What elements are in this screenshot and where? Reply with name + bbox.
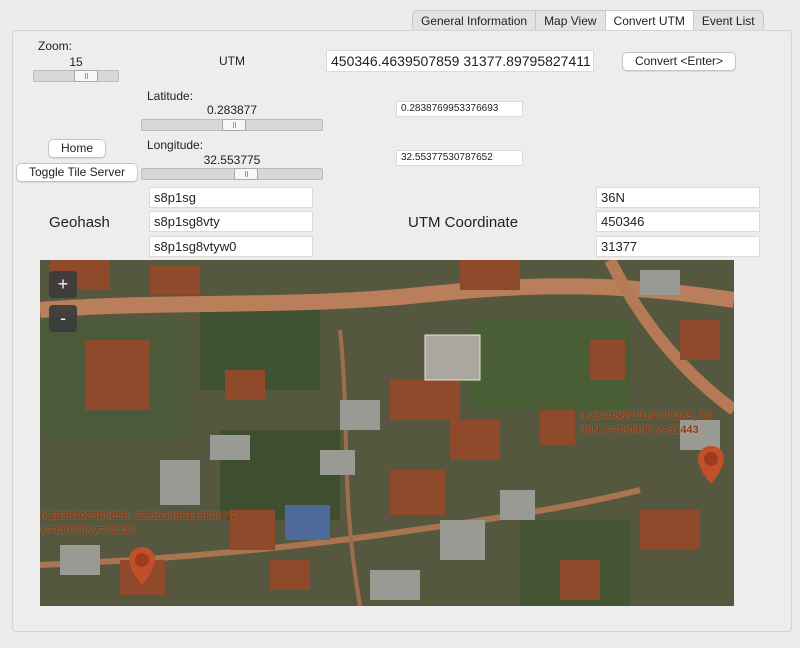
geohash-field-3[interactable]: s8p1sg8vtyw0: [149, 236, 313, 257]
map-pin-icon[interactable]: [128, 546, 156, 586]
longitude-label: Longitude:: [147, 138, 204, 152]
latitude-slider[interactable]: [141, 119, 323, 131]
tab-map-view[interactable]: Map View: [536, 11, 606, 31]
longitude-slider[interactable]: [141, 168, 323, 180]
toggle-tile-server-button[interactable]: Toggle Tile Server: [16, 163, 138, 182]
geohash-label: Geohash: [49, 214, 110, 231]
tab-bar: General Information Map View Convert UTM…: [412, 10, 764, 32]
marker-left-coords: 0.2838702365856, 32.55386611360674: [40, 510, 236, 522]
latitude-value: 0.283877: [206, 103, 258, 117]
utm-easting-field[interactable]: 450346: [596, 211, 760, 232]
marker-left-utm: x=450300 y=31313: [40, 524, 136, 536]
zoom-slider-thumb[interactable]: [74, 70, 98, 82]
utm-label: UTM: [219, 54, 245, 68]
tab-general-information[interactable]: General Information: [413, 11, 537, 31]
geohash-field-2[interactable]: s8p1sg8vty: [149, 211, 313, 232]
utm-input[interactable]: [326, 50, 594, 72]
zoom-value: 15: [69, 55, 83, 69]
map-pin-icon[interactable]: [697, 445, 725, 485]
home-button[interactable]: Home: [48, 139, 106, 158]
marker-right-coords: 0.28448853514708289, 32: [580, 410, 712, 422]
zoom-in-button[interactable]: +: [49, 271, 77, 298]
convert-button[interactable]: Convert <Enter>: [622, 52, 736, 71]
longitude-precise-field[interactable]: 32.55377530787652: [396, 150, 523, 166]
latitude-label: Latitude:: [147, 89, 194, 103]
latitude-precise-field[interactable]: 0.2838769953376693: [396, 101, 523, 117]
zoom-label: Zoom:: [38, 39, 73, 53]
tab-event-list[interactable]: Event List: [694, 11, 763, 31]
latitude-slider-thumb[interactable]: [222, 119, 246, 131]
tab-convert-utm[interactable]: Convert UTM: [605, 11, 694, 31]
zoom-out-button[interactable]: -: [49, 305, 77, 332]
zoom-slider[interactable]: [33, 70, 119, 82]
utm-coordinate-label: UTM Coordinate: [408, 214, 519, 231]
longitude-value: 32.553775: [203, 153, 261, 167]
satellite-map[interactable]: + - 0.28448853514708289, 32 36N x=450496…: [40, 260, 734, 606]
utm-zone-field[interactable]: 36N: [596, 187, 760, 208]
longitude-slider-thumb[interactable]: [234, 168, 258, 180]
utm-northing-field[interactable]: 31377: [596, 236, 760, 257]
marker-right-utm: 36N x=450496 y=31443: [580, 424, 699, 436]
geohash-field-1[interactable]: s8p1sg: [149, 187, 313, 208]
